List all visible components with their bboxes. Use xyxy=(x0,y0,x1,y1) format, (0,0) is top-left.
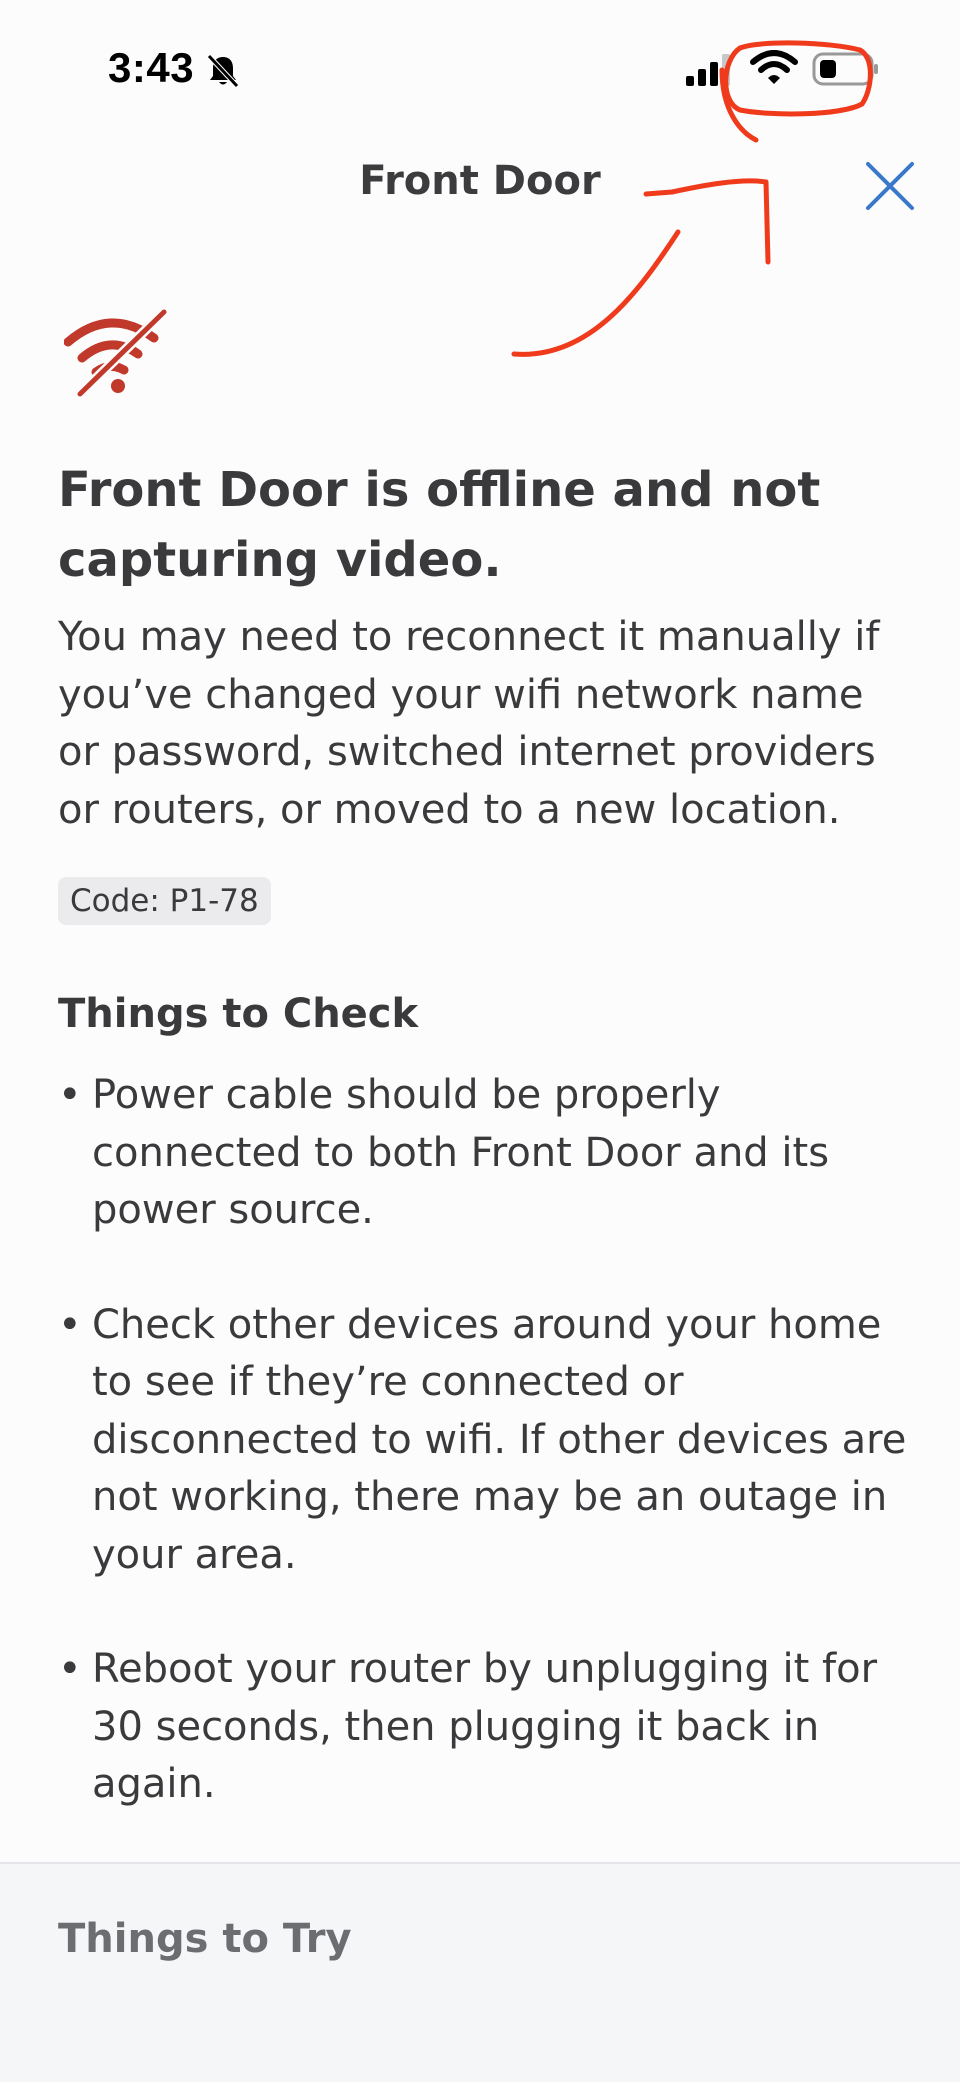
offline-details: Front Door is offline and not capturing … xyxy=(58,455,908,1871)
offline-headline: Front Door is offline and not capturing … xyxy=(58,462,821,588)
check-item-other-devices: Check other devices around your home to … xyxy=(58,1297,908,1585)
wifi-icon xyxy=(750,50,798,84)
status-time: 3:43 xyxy=(108,44,195,91)
battery-icon xyxy=(812,52,878,86)
things-to-check-list: Power cable should be properly connected… xyxy=(58,1067,908,1814)
cellular-signal-icon xyxy=(686,54,730,86)
things-to-try-title: Things to Try xyxy=(58,1916,352,1962)
page-title: Front Door xyxy=(359,158,601,204)
bottom-area xyxy=(0,1990,960,2082)
status-bar: 3:43 xyxy=(0,0,960,140)
close-icon[interactable] xyxy=(862,158,918,214)
things-to-check-title: Things to Check xyxy=(58,991,419,1037)
error-code-badge: Code: P1-78 xyxy=(58,877,271,925)
things-to-try-section[interactable]: Things to Try xyxy=(0,1862,960,1992)
check-item-reboot-router: Reboot your router by unplugging it for … xyxy=(58,1641,908,1814)
offline-description: You may need to reconnect it manually if… xyxy=(58,614,880,833)
check-item-power-cable: Power cable should be properly connected… xyxy=(58,1067,908,1240)
wifi-offline-icon xyxy=(64,308,168,398)
bell-slash-icon xyxy=(207,54,239,88)
